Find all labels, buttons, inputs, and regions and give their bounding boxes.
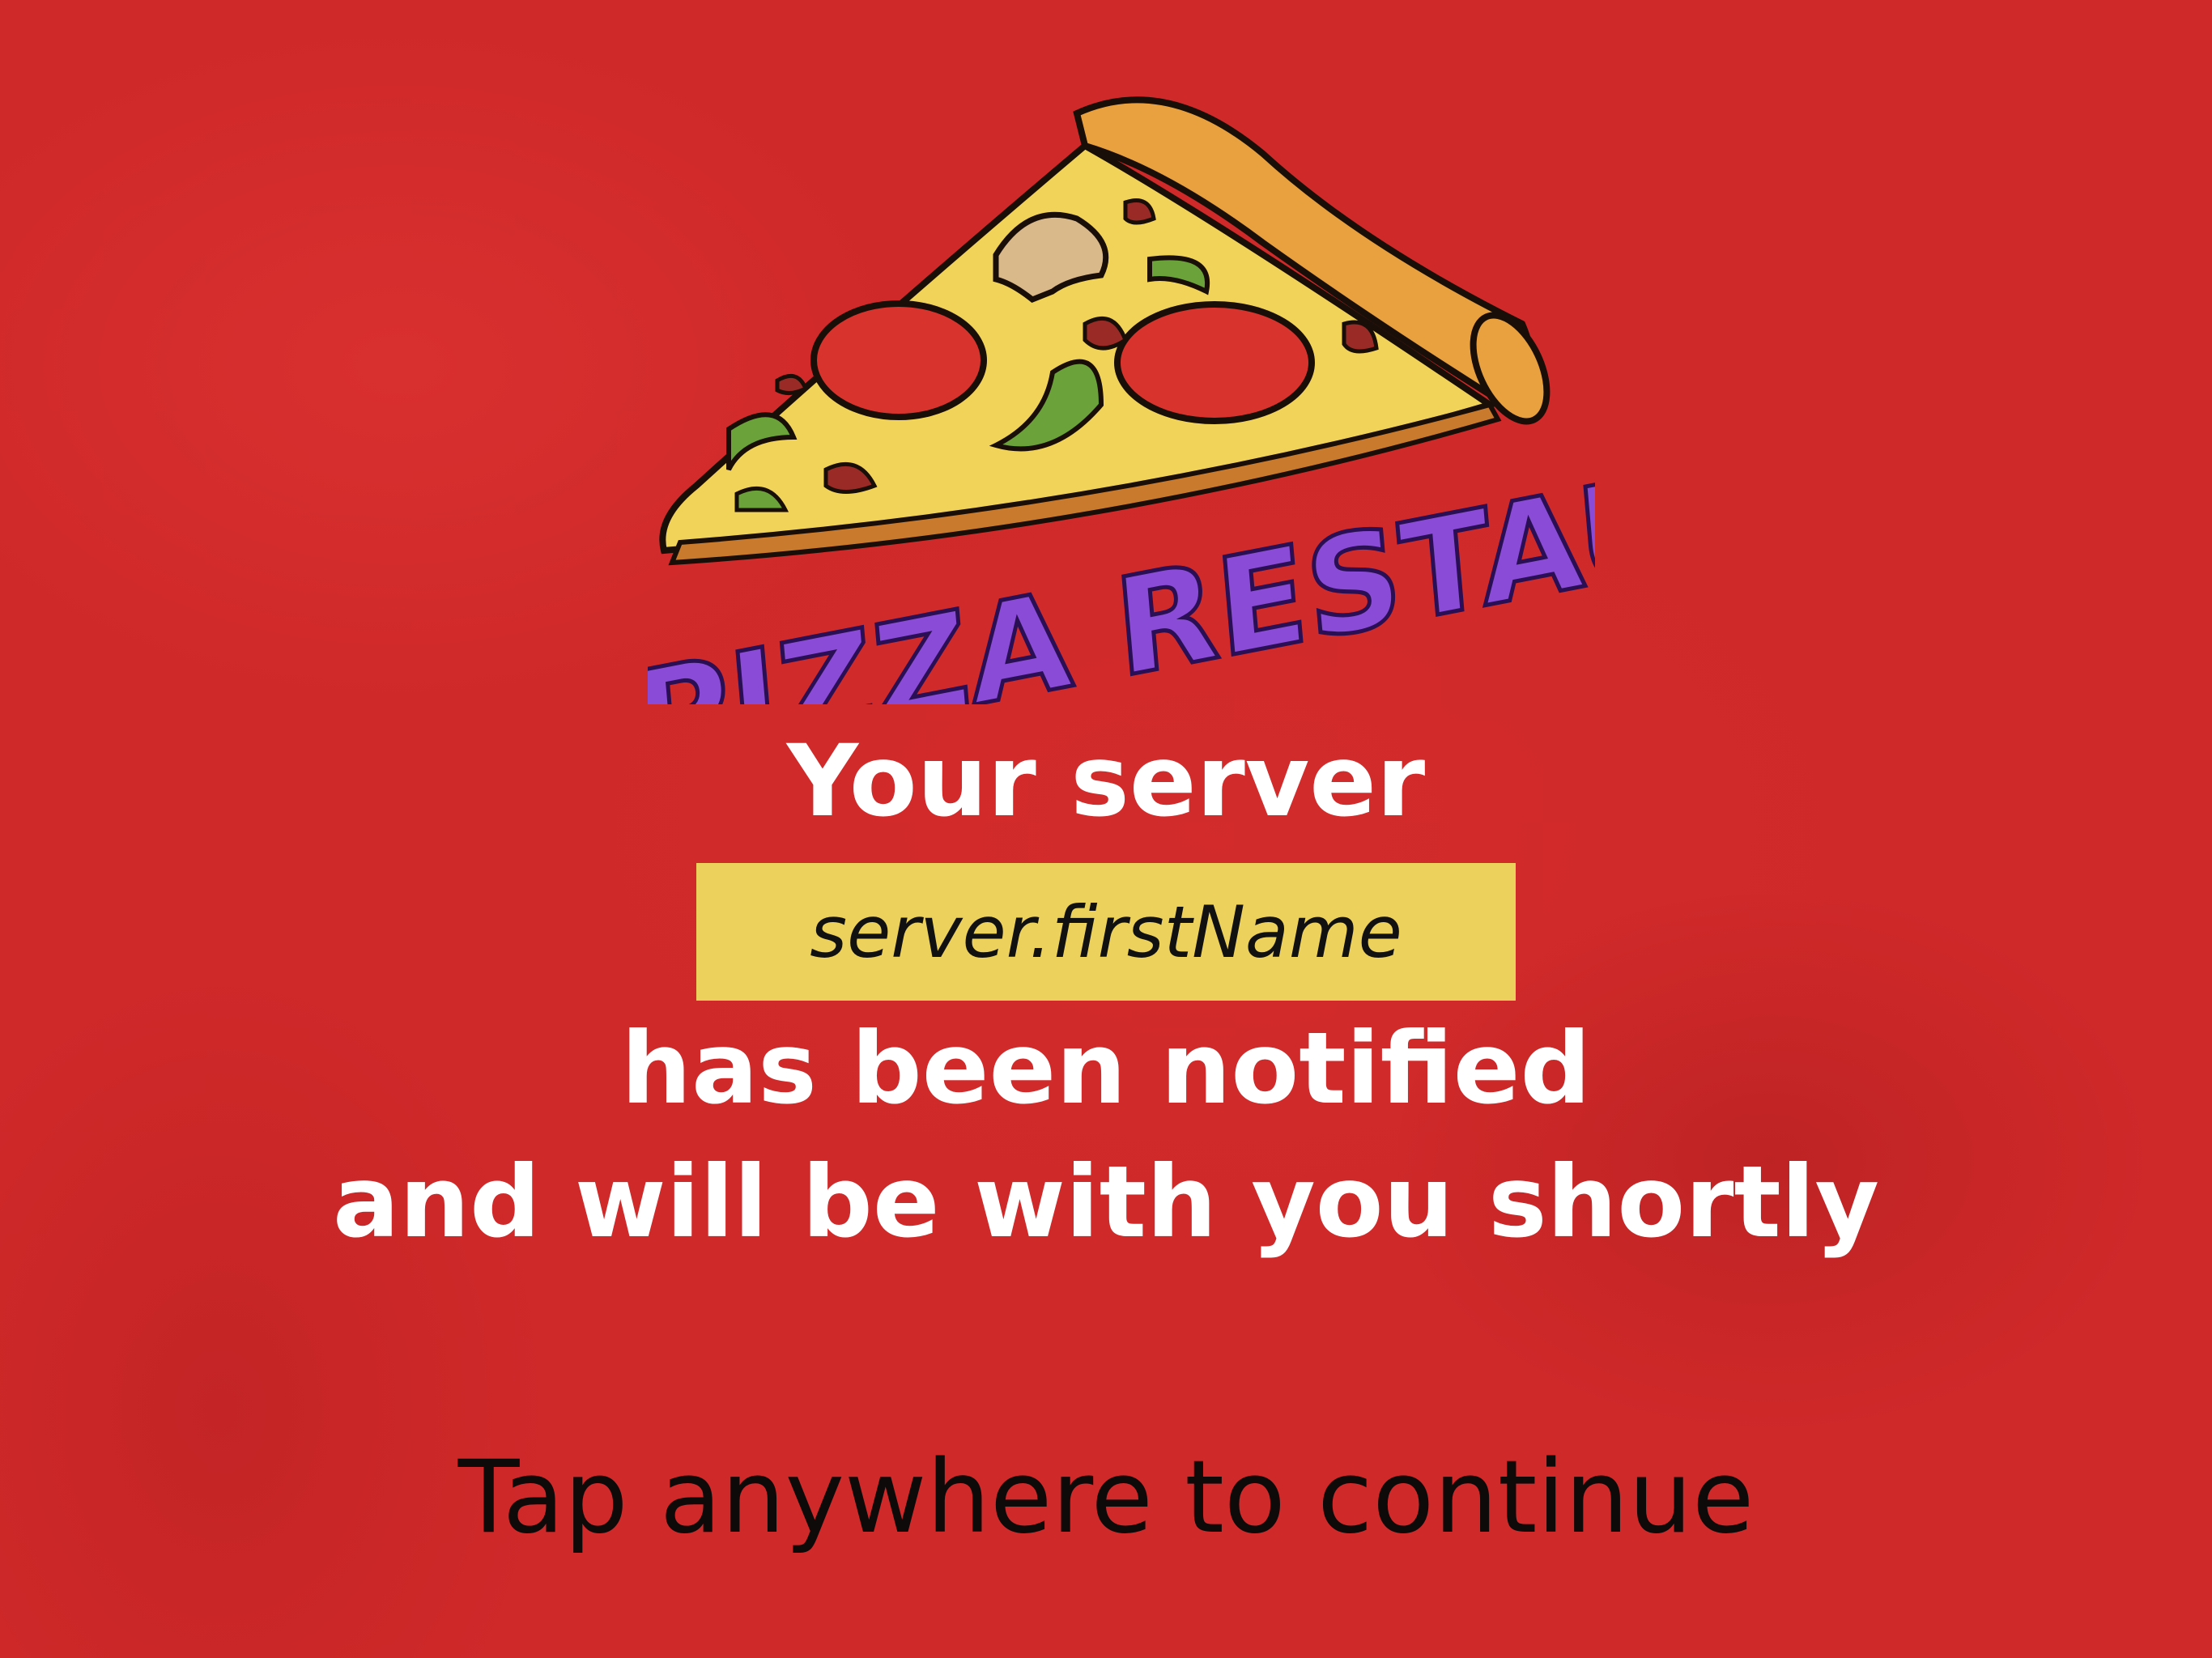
server-name-box: server.firstName (696, 863, 1516, 1001)
tap-to-continue-prompt[interactable]: Tap anywhere to continue (0, 1433, 2212, 1562)
tap-to-continue-screen[interactable]: PIZZA RESTAURANT Your server server.firs… (0, 0, 2212, 1658)
message-line-your-server: Your server (786, 724, 1426, 839)
message-line-shortly: and will be with you shortly (332, 1145, 1880, 1260)
message-line-notified: has been notified (621, 1011, 1591, 1126)
server-name-text: server.firstName (810, 890, 1402, 974)
pizza-restaurant-logo: PIZZA RESTAURANT (648, 57, 1595, 704)
